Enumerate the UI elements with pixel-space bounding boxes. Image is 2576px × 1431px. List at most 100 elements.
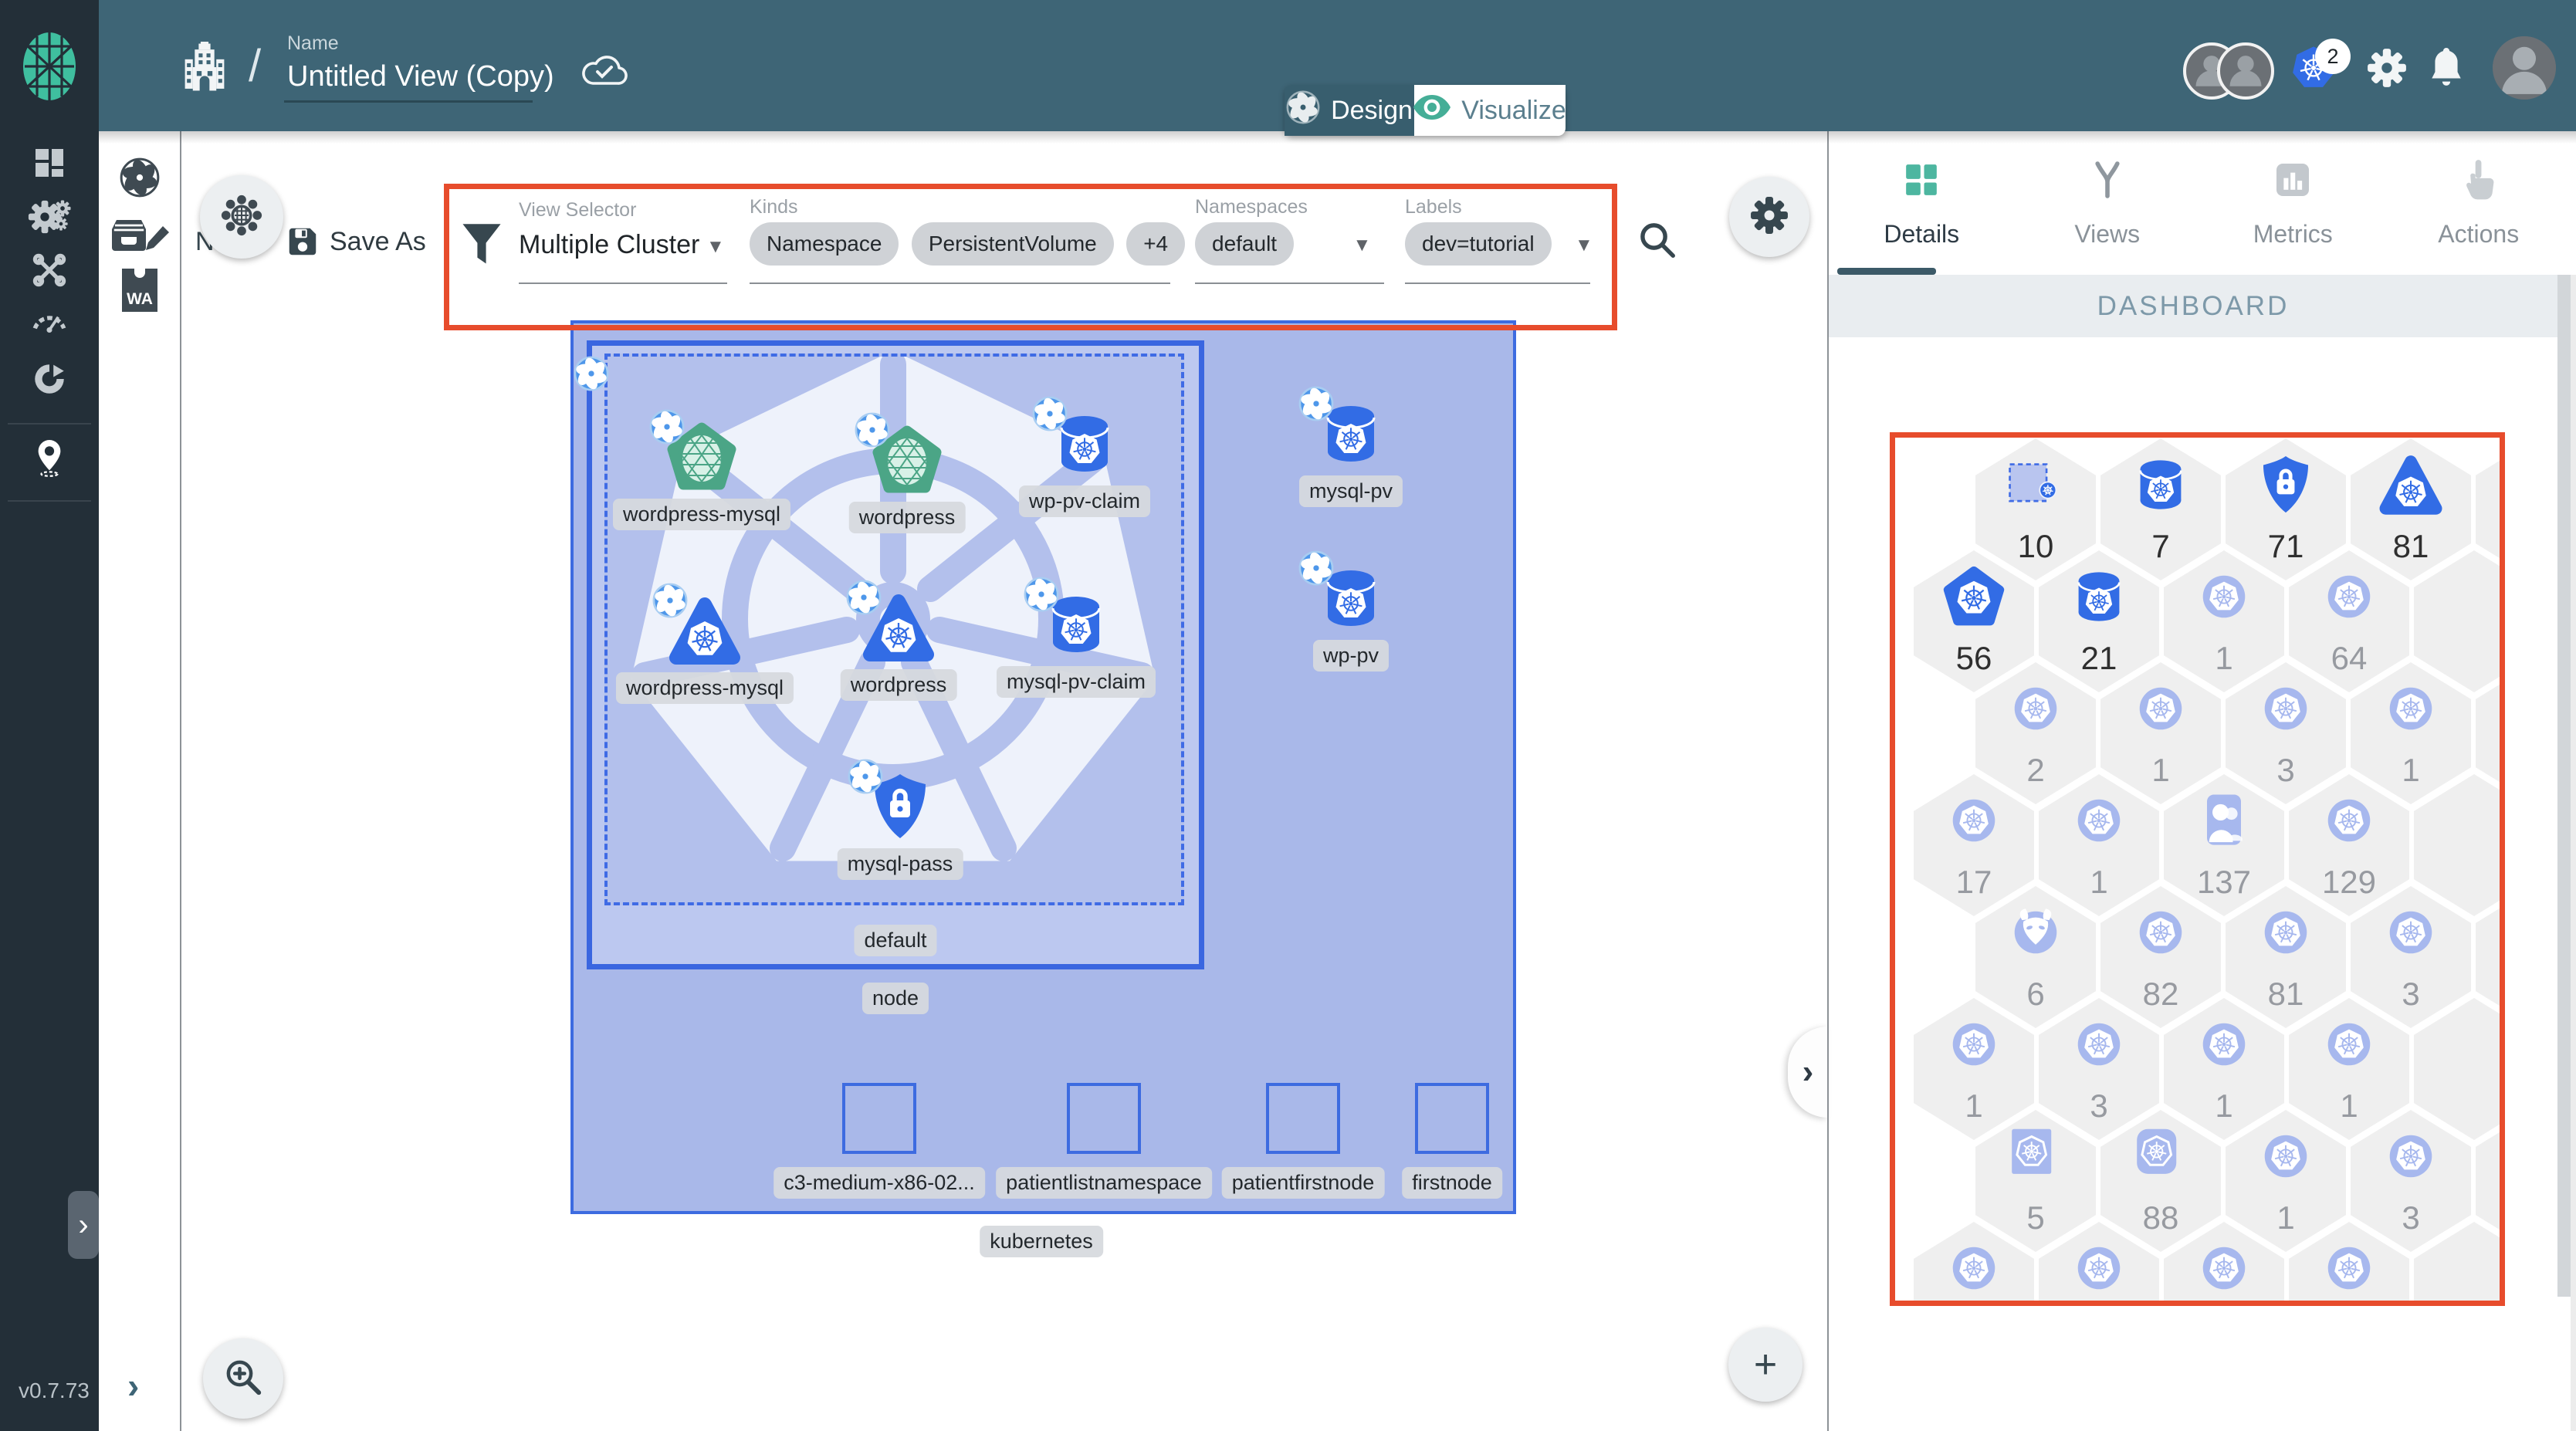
namespaces-dropdown-arrow[interactable]: ▼ [1353,235,1372,255]
hex-resource-cell[interactable]: 1 [1914,998,2034,1140]
settings-gear-icon[interactable] [2367,48,2407,92]
canvas-settings-fab[interactable] [1729,177,1809,257]
hex-resource-cell[interactable]: 17 [1914,774,2034,916]
hex-resource-cell[interactable] [2414,774,2500,916]
tab-metrics[interactable]: Metrics [2200,131,2386,275]
sidebar-item-extensions[interactable] [0,354,99,408]
resource-kind-icon [2190,787,2258,858]
hex-resource-cell[interactable]: 3 [2351,886,2471,1028]
panel-scrollbar-thumb[interactable] [2557,275,2571,1297]
hex-resource-cell[interactable]: 2 [1975,662,2096,804]
hex-resource-cell[interactable]: 3 [2351,1110,2471,1252]
hex-resource-cell[interactable]: 6 [1975,886,2096,1028]
kind-chip[interactable]: PersistentVolume [911,222,1114,266]
hex-resource-cell[interactable]: 56 [1914,550,2034,692]
kind-chip-more[interactable]: +4 [1126,222,1186,266]
dock-expand-chevron[interactable]: › [127,1365,139,1406]
hex-resource-cell[interactable]: 21 [2039,550,2159,692]
sidebar-divider [8,500,91,502]
visualize-mode-button[interactable]: Visualize [1413,85,1566,136]
hex-resource-cell[interactable]: 88 [2100,1110,2221,1252]
hex-resource-cell[interactable]: 1 [2351,662,2471,804]
hex-resource-cell[interactable]: 129 [2289,774,2409,916]
sidebar-item-dashboard[interactable] [0,137,99,191]
kubernetes-watermark [608,357,1181,902]
user-avatar[interactable] [2493,36,2556,100]
labels-dropdown-arrow[interactable]: ▼ [1575,235,1593,255]
visualization-canvas[interactable]: wordpress-mysql wordpress wp-pv-claim mysql… [181,131,1827,1431]
hex-resource-cell[interactable]: 3 [2039,998,2159,1140]
hex-resource-cell[interactable]: 10 [1975,438,2096,580]
hex-resource-cell[interactable]: 7 [2100,438,2221,580]
meshery-logo[interactable] [22,31,77,106]
add-node-fab[interactable]: + [1728,1328,1803,1402]
kind-chip[interactable]: Namespace [750,222,899,266]
actions-hand-icon [2459,158,2498,208]
hex-resource-cell[interactable]: 1 [2226,1110,2346,1252]
dock-meshery-spiral-icon[interactable] [99,148,180,210]
sidebar-item-performance[interactable] [0,295,99,349]
tab-actions[interactable]: Actions [2386,131,2572,275]
resource-count: 56 [1955,640,1992,676]
machine-node-square[interactable] [1266,1083,1340,1154]
hex-resource-cell[interactable]: 81 [2351,438,2471,580]
sidebar-item-lifecycle[interactable] [0,191,99,245]
machine-node-square[interactable] [842,1083,916,1154]
resource-count: 88 [2142,1199,2179,1236]
sidebar-expand-tab[interactable]: › [68,1191,99,1259]
hex-resource-cell[interactable]: 137 [2164,774,2284,916]
namespace-container-default[interactable] [604,354,1184,905]
hex-resource-cell[interactable]: 1 [2164,550,2284,692]
location-pin-icon [32,438,67,482]
resource-count: 82 [2142,976,2179,1012]
resource-kind-icon [2315,563,2383,634]
zoom-in-fab[interactable] [203,1338,283,1419]
organization-icon[interactable] [181,42,228,96]
resource-kind-icon [2127,1122,2195,1194]
hex-resource-cell[interactable]: 3 [2226,662,2346,804]
namespace-chip[interactable]: default [1195,222,1295,266]
mesh-sync-fab[interactable] [200,175,283,259]
machine-node-square[interactable] [1415,1083,1489,1154]
save-as-button[interactable]: Save As [330,227,426,257]
hex-resource-cell[interactable]: 82 [2100,886,2221,1028]
view-title-input[interactable]: Untitled View (Copy) [287,60,554,93]
hex-resource-cell[interactable]: 71 [2226,438,2346,580]
hex-resource-cell[interactable]: 1 [2100,662,2221,804]
resource-kind-icon [2377,451,2445,523]
view-selector-value[interactable]: Multiple Cluster [519,230,699,260]
label-chip[interactable]: dev=tutorial [1405,222,1552,266]
save-status-cloud-icon [579,49,628,93]
dock-drawer-edit-icon[interactable] [99,204,180,266]
tab-details[interactable]: Details [1829,131,2015,275]
resource-count: 3 [2402,1199,2420,1236]
resource-count: 3 [2090,1088,2108,1124]
collaborator-avatar[interactable] [2217,42,2274,100]
design-mode-button[interactable]: Design [1285,85,1414,136]
hex-resource-cell[interactable]: 1 [2289,998,2409,1140]
resource-count: 1 [2340,1088,2358,1124]
hex-resource-cell[interactable]: 1 [2164,998,2284,1140]
filter-funnel-icon[interactable] [461,222,503,271]
hex-resource-cell[interactable] [2414,998,2500,1140]
resource-kind-icon [2377,1122,2445,1194]
building-icon [181,42,228,96]
hex-resource-cell[interactable]: 5 [1975,1110,2096,1252]
resource-kind-icon [2252,451,2320,523]
resource-kind-icon [1940,787,2008,858]
canvas-panel-divider [1827,131,1829,1431]
sidebar-item-kanvas[interactable] [0,432,99,486]
hex-resource-cell[interactable]: 64 [2289,550,2409,692]
view-selector-dropdown-arrow[interactable]: ▼ [706,236,725,258]
dock-wasm-filter-icon[interactable]: WA [99,261,180,323]
hex-resource-cell[interactable]: 1 [2039,774,2159,916]
machine-node-square[interactable] [1067,1083,1141,1154]
views-branch-icon [2086,158,2129,208]
sidebar-item-configuration[interactable] [0,245,99,299]
search-icon[interactable] [1637,219,1678,265]
hex-resource-cell[interactable] [2414,550,2500,692]
notifications-bell-icon[interactable] [2429,48,2464,92]
tab-views[interactable]: Views [2015,131,2201,275]
hex-resource-cell[interactable]: 81 [2226,886,2346,1028]
resource-kind-icon [2127,675,2195,746]
